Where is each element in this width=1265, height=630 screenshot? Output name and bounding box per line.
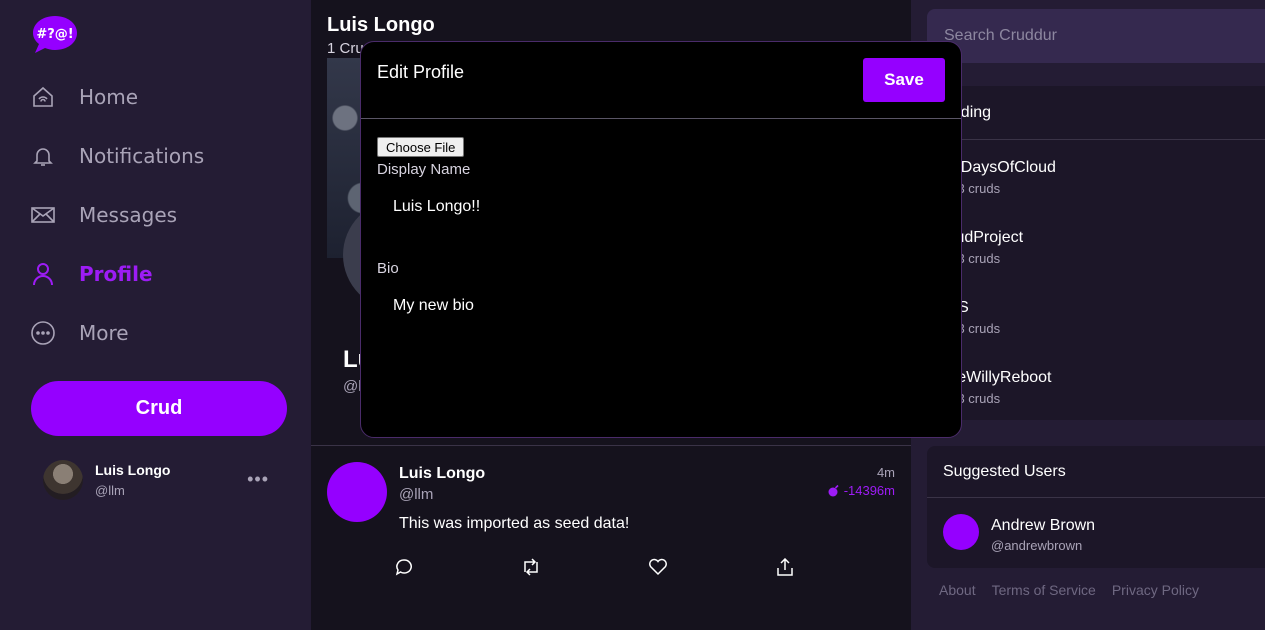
page-title: Luis Longo: [327, 14, 435, 36]
current-user-handle: @llm: [95, 483, 125, 498]
post-message: This was imported as seed data!: [399, 515, 630, 532]
suggested-user-handle: @andrewbrown: [991, 538, 1083, 553]
share-icon[interactable]: [774, 556, 796, 578]
avatar: [43, 460, 83, 500]
post-author-handle: @llm: [399, 486, 434, 503]
nav-home-label: Home: [79, 85, 139, 109]
trend-count: 053 cruds: [943, 181, 1001, 196]
home-icon: [31, 85, 55, 109]
trending-panel: ending 00DaysOfCloud 053 cruds loudProje…: [927, 86, 1265, 420]
search-input[interactable]: [927, 9, 1265, 63]
trend-count: 053 cruds: [943, 321, 1001, 336]
footer-link-privacy[interactable]: Privacy Policy: [1112, 582, 1199, 598]
trend-item[interactable]: reeWillyReboot 753 cruds: [943, 369, 1243, 406]
bell-icon: [31, 144, 55, 168]
nav-notifications-label: Notifications: [79, 144, 205, 168]
bio-field[interactable]: [377, 291, 947, 321]
save-button[interactable]: Save: [863, 58, 945, 102]
nav-home[interactable]: Home: [31, 79, 138, 115]
like-icon[interactable]: [647, 556, 669, 578]
profile-handle: @l: [343, 378, 362, 395]
edit-profile-modal: Edit Profile Save Choose File Display Na…: [360, 41, 962, 438]
nav-more[interactable]: More: [31, 315, 129, 351]
trend-name: loudProject: [943, 229, 1024, 246]
trend-name: reeWillyReboot: [943, 369, 1052, 386]
post-author-name[interactable]: Luis Longo: [399, 465, 485, 483]
nav-more-label: More: [79, 321, 129, 345]
trend-name: WS: [943, 299, 1243, 317]
suggested-users-panel: Suggested Users Andrew Brown @andrewbrow…: [927, 446, 1265, 568]
more-icon: [31, 321, 55, 345]
footer-link-about[interactable]: About: [939, 582, 976, 598]
divider: [927, 139, 1265, 140]
current-user-card[interactable]: Luis Longo @llm •••: [43, 459, 287, 501]
avatar[interactable]: [327, 462, 387, 522]
suggested-user-name[interactable]: Andrew Brown: [991, 517, 1095, 535]
nav-messages-label: Messages: [79, 203, 178, 227]
divider: [361, 118, 961, 119]
user-menu-icon[interactable]: •••: [247, 469, 269, 490]
post-time: 4m: [876, 465, 895, 480]
trend-item[interactable]: loudProject 253 cruds: [943, 229, 1243, 266]
trend-count: 253 cruds: [943, 251, 1001, 266]
mail-icon: [31, 203, 55, 227]
bomb-icon: [828, 484, 839, 497]
footer-links: About Terms of Service Privacy Policy: [939, 582, 1199, 598]
nav-profile[interactable]: Profile: [31, 256, 153, 292]
bio-label: Bio: [377, 260, 399, 277]
suggested-users-title: Suggested Users: [943, 463, 1066, 480]
display-name-label: Display Name: [377, 161, 471, 178]
divider: [927, 497, 1265, 498]
trend-item[interactable]: WS 053 cruds: [943, 299, 1243, 336]
svg-text:#?@!: #?@!: [36, 27, 73, 42]
display-name-field[interactable]: [377, 192, 947, 222]
choose-file-button[interactable]: Choose File: [377, 137, 465, 157]
trend-count: 753 cruds: [943, 391, 1001, 406]
sidebar: #?@! Home Notifications Messages Profile…: [0, 0, 311, 630]
nav-notifications[interactable]: Notifications: [31, 138, 204, 174]
trend-name: 00DaysOfCloud: [943, 159, 1056, 176]
footer-link-terms[interactable]: Terms of Service: [992, 582, 1096, 598]
nav-messages[interactable]: Messages: [31, 197, 177, 233]
nav-profile-label: Profile: [79, 262, 153, 286]
user-icon: [31, 262, 55, 286]
reply-icon[interactable]: [393, 556, 415, 578]
current-user-name: Luis Longo: [95, 462, 171, 478]
post-expiry-value: -14396m: [843, 483, 895, 498]
activity-item[interactable]: Luis Longo @llm 4m -14396m This was impo…: [311, 446, 911, 630]
post-expiry: -14396m: [827, 483, 895, 498]
modal-title: Edit Profile: [377, 62, 465, 82]
right-sidebar: ending 00DaysOfCloud 053 cruds loudProje…: [911, 0, 1265, 630]
avatar[interactable]: [943, 514, 979, 550]
cruddur-logo[interactable]: #?@!: [31, 14, 79, 54]
trend-item[interactable]: 00DaysOfCloud 053 cruds: [943, 159, 1243, 196]
repost-icon[interactable]: [520, 556, 542, 578]
crud-button[interactable]: Crud: [31, 381, 287, 436]
